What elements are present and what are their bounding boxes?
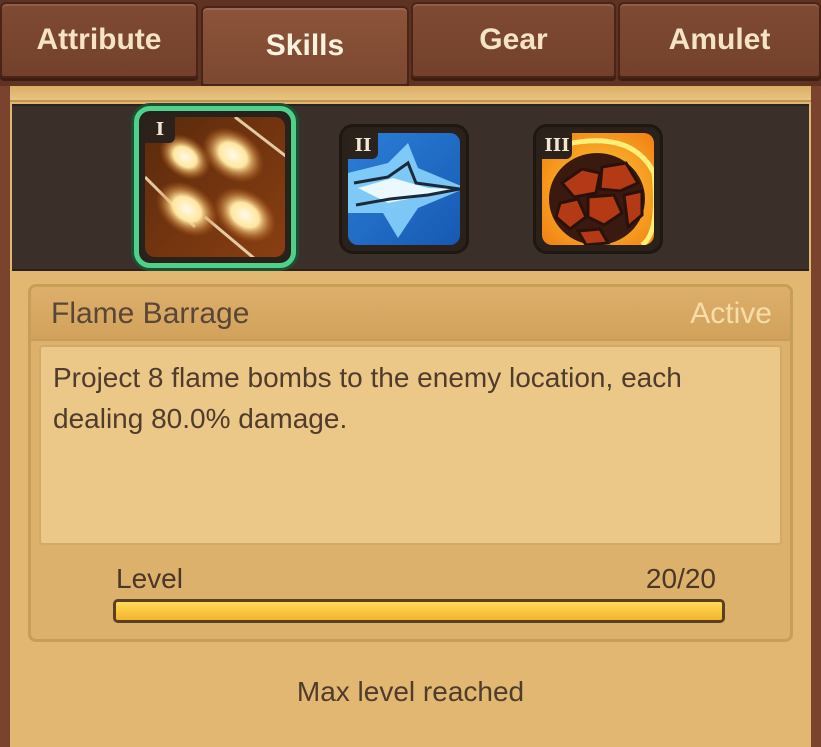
- skill-info-header: Flame Barrage Active: [31, 287, 790, 341]
- skill-description-box: Project 8 flame bombs to the enemy locat…: [39, 345, 782, 545]
- skills-panel: I II III Flame Barrage Active Project 8 …: [0, 86, 821, 747]
- skill-name: Flame Barrage: [51, 297, 250, 330]
- max-level-status: Max level reached: [296, 676, 525, 707]
- tab-amulet[interactable]: Amulet: [618, 2, 821, 78]
- skill-numeral: III: [542, 131, 572, 159]
- skill-slot-strip: I II III: [12, 104, 809, 271]
- skill-slot-3[interactable]: III: [533, 124, 663, 254]
- skill-slot-2[interactable]: II: [339, 124, 469, 254]
- skill-description: Project 8 flame bombs to the enemy locat…: [53, 362, 682, 434]
- skill-numeral: II: [348, 131, 378, 159]
- skill-numeral: I: [145, 115, 175, 143]
- level-value: 20/20: [645, 563, 716, 594]
- skill-slot-1[interactable]: I: [134, 106, 296, 268]
- tab-bar: Attribute Skills Gear Amulet: [0, 0, 821, 88]
- skills-screen: Attribute Skills Gear Amulet I II III Fl…: [0, 0, 821, 747]
- tab-gear[interactable]: Gear: [411, 2, 616, 78]
- panel-top-trim: [10, 86, 811, 102]
- tab-skills[interactable]: Skills: [201, 6, 409, 86]
- level-label: Level: [116, 563, 183, 594]
- skill-info-card: Flame Barrage Active Project 8 flame bom…: [28, 284, 793, 642]
- tab-attribute[interactable]: Attribute: [0, 2, 198, 78]
- level-progress-fill: [116, 602, 722, 620]
- level-progress-bar: [113, 599, 725, 623]
- skill-type-label: Active: [690, 297, 772, 330]
